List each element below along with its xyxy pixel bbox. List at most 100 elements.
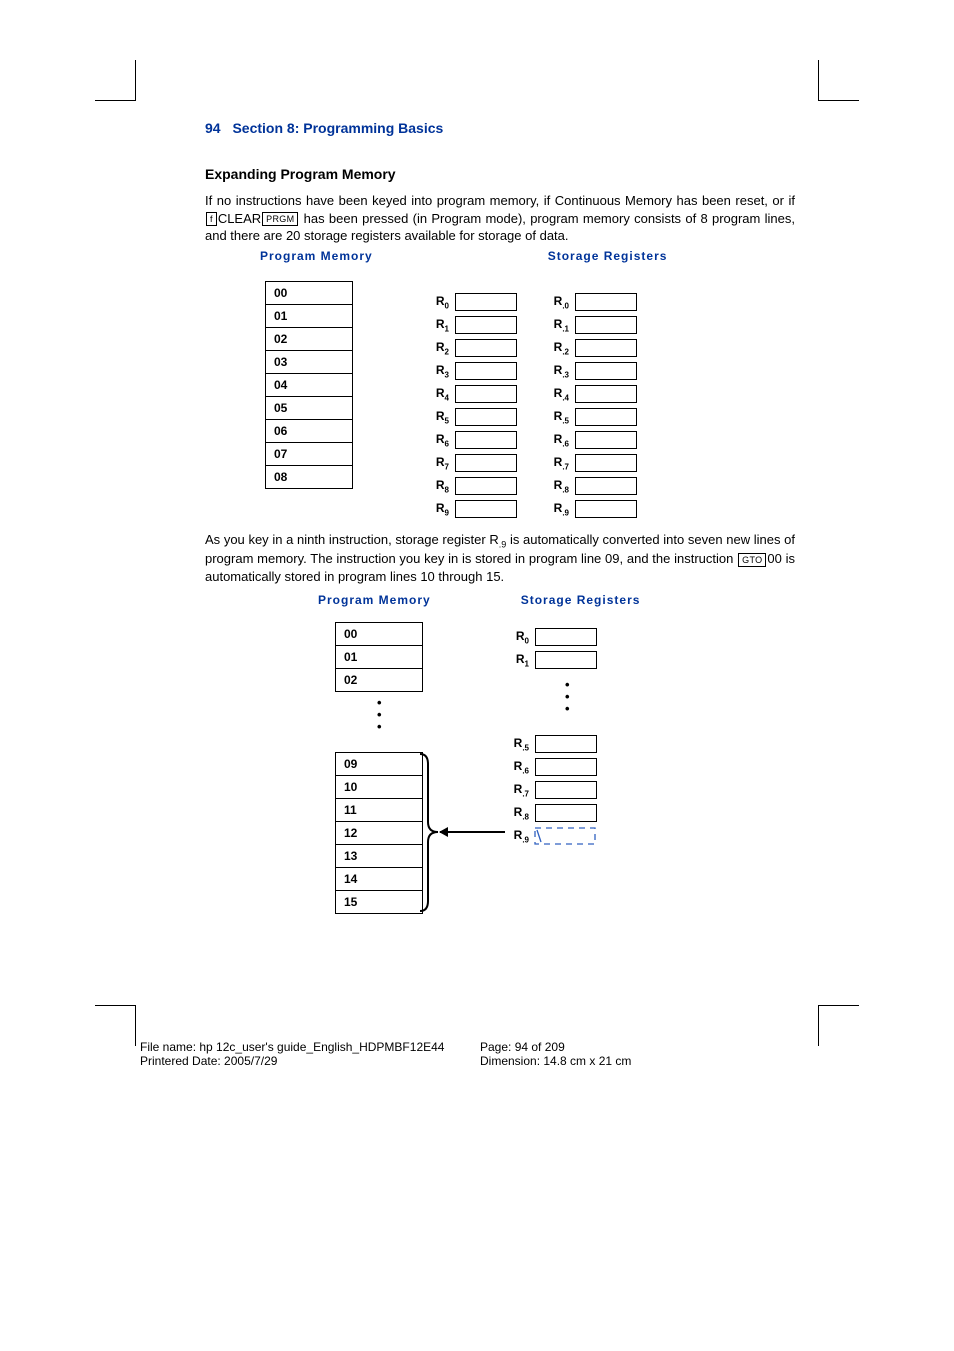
diagram-2: 00 01 02 ••• 09 10 11 12 13 14 15 R0 R1 … (205, 607, 795, 947)
footer-page: Page: 94 of 209 (480, 1040, 780, 1054)
page-number: 94 (205, 120, 221, 136)
register-row: R.6 (505, 755, 597, 778)
register-row: R.9 (545, 498, 637, 521)
pm-line: 03 (265, 351, 353, 374)
register-row: R.3 (545, 360, 637, 383)
label-storage-registers-2: Storage Registers (521, 593, 641, 607)
pm-line: 00 (265, 281, 353, 305)
register-column-b: R.0 R.1 R.2 R.3 R.4 R.5 R.6 R.7 R.8 R.9 (545, 291, 637, 521)
label-program-memory: Program Memory (260, 249, 373, 263)
register-box (575, 454, 637, 472)
footer-printed-date: Printered Date: 2005/7/29 (140, 1054, 480, 1068)
register-row: R.5 (505, 732, 597, 755)
pm-line: 14 (335, 868, 423, 891)
pm-line: 06 (265, 420, 353, 443)
register-row: R.8 (545, 475, 637, 498)
label-program-memory-2: Program Memory (318, 593, 431, 607)
key-gto: GTO (738, 553, 766, 567)
register-box (535, 781, 597, 799)
program-memory-boxes: 00 01 02 03 04 05 06 07 08 (265, 281, 353, 489)
register-row: R.4 (545, 383, 637, 406)
paragraph-2: As you key in a ninth instruction, stora… (205, 531, 795, 586)
register-box (535, 628, 597, 646)
section-title: Section 8: Programming Basics (232, 120, 443, 136)
pm-line: 07 (265, 443, 353, 466)
register-box (575, 408, 637, 426)
page-content: 94 Section 8: Programming Basics Expandi… (205, 120, 795, 947)
register-box (575, 316, 637, 334)
register-box (575, 385, 637, 403)
pm-line: 02 (335, 669, 423, 692)
register-row: R0 (425, 291, 517, 314)
register-row: R.2 (545, 337, 637, 360)
register-row: R0 (505, 625, 597, 648)
register-row: R.7 (505, 778, 597, 801)
pm-boxes-bottom: 09 10 11 12 13 14 15 (335, 752, 423, 914)
key-prgm: PRGM (262, 212, 298, 226)
register-row: R7 (425, 452, 517, 475)
register-row: R1 (505, 648, 597, 671)
ellipsis-dots: ••• (377, 697, 382, 733)
ellipsis-dots: ••• (565, 679, 570, 715)
register-box (455, 316, 517, 334)
register-box (455, 431, 517, 449)
register-box (575, 477, 637, 495)
label-storage-registers: Storage Registers (548, 249, 668, 263)
diagram-1: 00 01 02 03 04 05 06 07 08 R0 R1 R2 R3 R… (205, 263, 795, 513)
pm-line: 01 (265, 305, 353, 328)
register-box (455, 339, 517, 357)
register-box (535, 758, 597, 776)
register-row: R9 (425, 498, 517, 521)
register-box (455, 477, 517, 495)
page-header: 94 Section 8: Programming Basics (205, 120, 795, 136)
pm-line: 12 (335, 822, 423, 845)
brace-icon (418, 752, 440, 913)
register-row: R5 (425, 406, 517, 429)
register-box (455, 362, 517, 380)
register-box (455, 385, 517, 403)
register-column-top: R0 R1 (505, 625, 597, 671)
arrow-left-icon (440, 831, 505, 833)
register-row: R2 (425, 337, 517, 360)
register-box (575, 362, 637, 380)
register-box (535, 804, 597, 822)
register-row: R1 (425, 314, 517, 337)
register-box (455, 408, 517, 426)
register-row: R4 (425, 383, 517, 406)
register-column-a: R0 R1 R2 R3 R4 R5 R6 R7 R8 R9 (425, 291, 517, 521)
pm-line: 05 (265, 397, 353, 420)
crop-mark-bottom-right (818, 1005, 859, 1046)
register-box (575, 339, 637, 357)
paragraph-1: If no instructions have been keyed into … (205, 192, 795, 245)
crop-mark-bottom-left (95, 1005, 136, 1046)
register-box (455, 293, 517, 311)
register-row: R.0 (545, 291, 637, 314)
pm-line: 10 (335, 776, 423, 799)
register-box (575, 500, 637, 518)
register-box (455, 500, 517, 518)
pm-line: 01 (335, 646, 423, 669)
register-row: R.5 (545, 406, 637, 429)
crop-mark-top-left (95, 60, 136, 101)
register-box (535, 651, 597, 669)
register-row: R.1 (545, 314, 637, 337)
register-box-dashed (535, 828, 595, 844)
pm-line: 00 (335, 622, 423, 646)
register-row: R.6 (545, 429, 637, 452)
pm-line: 09 (335, 752, 423, 776)
footer-dimension: Dimension: 14.8 cm x 21 cm (480, 1054, 780, 1068)
diagram2-labels: Program Memory Storage Registers (205, 593, 795, 607)
register-row: R.9 (505, 824, 597, 847)
register-box (575, 293, 637, 311)
register-row: R6 (425, 429, 517, 452)
footer-filename: File name: hp 12c_user's guide_English_H… (140, 1040, 480, 1054)
pm-line: 15 (335, 891, 423, 914)
footer: File name: hp 12c_user's guide_English_H… (140, 1040, 820, 1068)
pm-line: 11 (335, 799, 423, 822)
register-row: R3 (425, 360, 517, 383)
pm-boxes-top: 00 01 02 (335, 622, 423, 692)
register-box (455, 454, 517, 472)
register-row: R.7 (545, 452, 637, 475)
pm-line: 13 (335, 845, 423, 868)
register-row: R.8 (505, 801, 597, 824)
